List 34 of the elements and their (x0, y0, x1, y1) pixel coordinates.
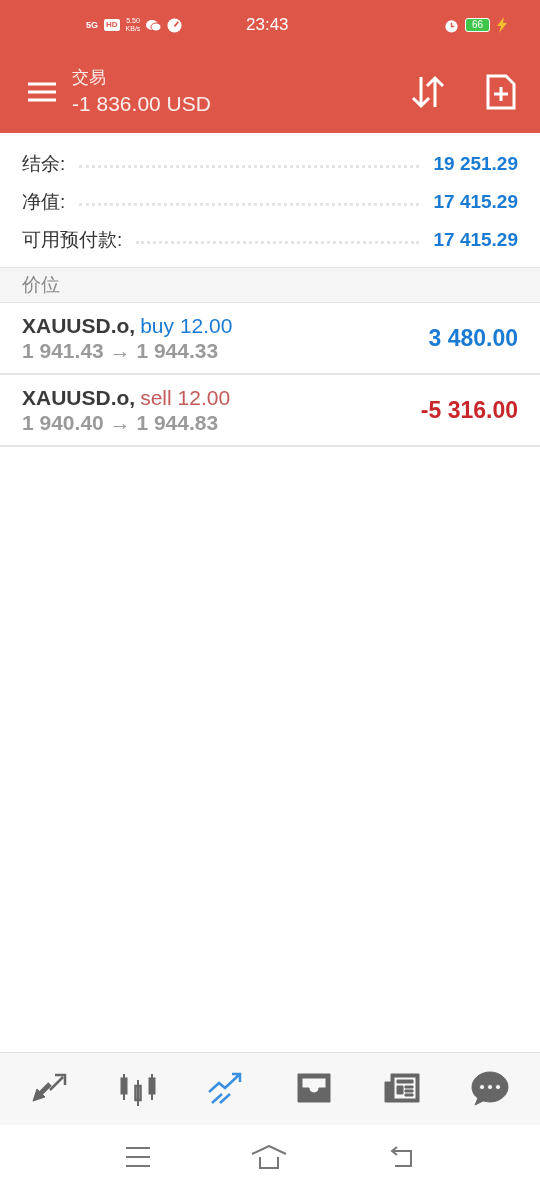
section-title: 价位 (22, 272, 60, 297)
position-action: buy 12.00 (140, 313, 233, 338)
position-symbol: XAUUSD.o, (22, 313, 136, 338)
summary-label: 可用预付款: (22, 227, 123, 252)
summary-label: 结余: (22, 151, 66, 176)
position-profit: -5 316.00 (420, 395, 518, 425)
screen-title: 交易 (72, 66, 107, 89)
summary-value: 17 415.29 (433, 227, 518, 252)
position-symbol: XAUUSD.o, (22, 385, 136, 410)
position-prices: 1 941.43 → 1 944.33 (22, 338, 220, 363)
position-profit: 3 480.00 (428, 323, 518, 353)
position-prices: 1 940.40 → 1 944.83 (22, 410, 220, 435)
clock-time: 23:43 (246, 14, 289, 37)
alarm-icon (443, 17, 459, 33)
summary-label: 净值: (22, 189, 66, 214)
new-order-button[interactable] (486, 73, 516, 110)
sort-button[interactable] (410, 74, 446, 109)
add-document-icon (486, 73, 516, 110)
menu-button[interactable] (28, 80, 56, 103)
charging-icon (496, 17, 508, 33)
system-menu-icon[interactable] (125, 1145, 151, 1168)
network-indicator: 5G (86, 20, 98, 30)
summary-value: 17 415.29 (433, 189, 518, 214)
sort-icon (410, 74, 446, 109)
hd-badge: HD (104, 19, 120, 31)
chat-bubble-icon (470, 1070, 510, 1108)
gauge-icon (167, 17, 183, 33)
chat-app-icon (146, 18, 162, 32)
account-profit: -1 836.00 USD (72, 90, 211, 117)
position-action: sell 12.00 (140, 385, 231, 410)
summary-value: 19 251.29 (433, 151, 518, 176)
menu-icon (28, 80, 56, 103)
home-icon[interactable] (251, 1144, 287, 1169)
battery-indicator: 66 (464, 18, 490, 32)
